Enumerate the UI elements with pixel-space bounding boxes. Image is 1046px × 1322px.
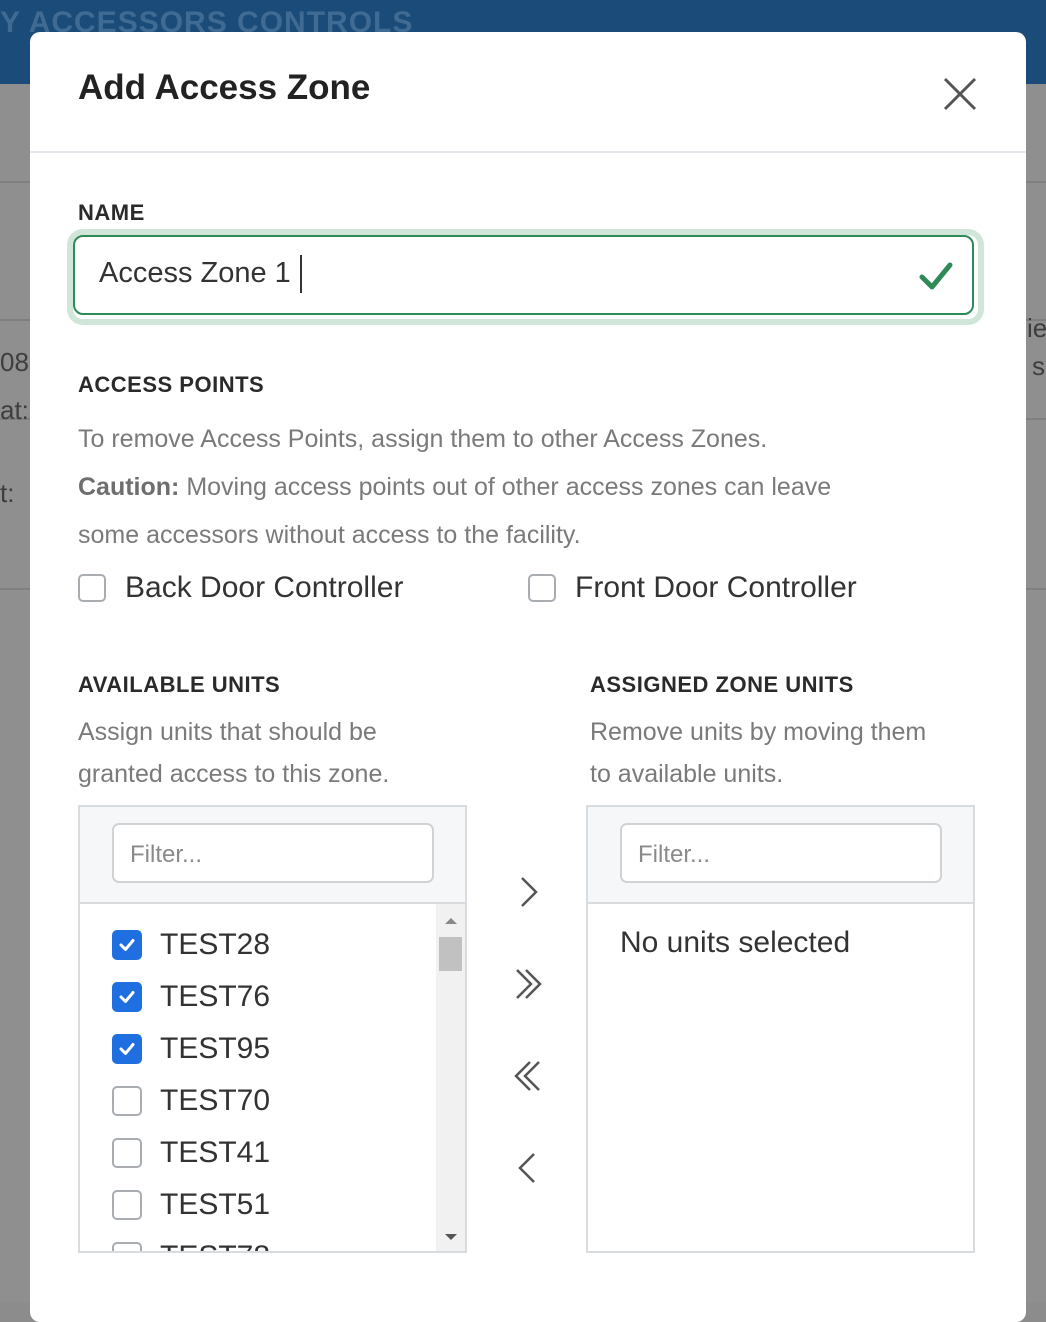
assigned-units-help: Remove units by moving them to available… [590, 711, 926, 795]
assigned-help-line: Remove units by moving them [590, 718, 927, 746]
modal-header: Add Access Zone [30, 32, 1026, 153]
move-left-button[interactable] [506, 1146, 550, 1190]
assigned-units-label: ASSIGNED ZONE UNITS [590, 672, 854, 697]
move-all-left-button[interactable] [506, 1054, 550, 1098]
caution-label: Caution: [78, 473, 180, 501]
scrollbar-thumb[interactable] [439, 937, 462, 971]
checkbox[interactable] [78, 574, 106, 602]
access-point-label: Front Door Controller [575, 571, 857, 604]
checkbox[interactable] [112, 1242, 142, 1251]
list-item[interactable]: TEST95 [112, 1029, 270, 1069]
name-input-focus-ring: Access Zone 1 [73, 235, 978, 319]
unit-label: TEST70 [160, 1084, 271, 1117]
background-text: at: [0, 395, 29, 425]
scrollbar[interactable] [436, 904, 465, 1251]
text-caret [300, 255, 302, 293]
unit-label: TEST95 [160, 1032, 271, 1065]
add-access-zone-modal: Add Access Zone NAME Access Zone 1 ACCES… [30, 32, 1026, 1322]
background-text: ie [1027, 313, 1046, 343]
filter-placeholder: Filter... [130, 841, 203, 868]
available-units-help: Assign units that should be granted acce… [78, 711, 389, 795]
unit-label: TEST51 [160, 1188, 271, 1221]
name-input[interactable]: Access Zone 1 [73, 235, 974, 315]
access-point-label: Back Door Controller [125, 571, 404, 604]
checkbox-checked[interactable] [112, 930, 142, 960]
modal-title: Add Access Zone [78, 68, 371, 107]
list-item[interactable]: TEST70 [112, 1081, 270, 1121]
checkmark-icon [119, 1043, 135, 1055]
empty-state-text: No units selected [620, 926, 851, 959]
move-right-button[interactable] [506, 870, 550, 914]
access-point-front-door[interactable]: Front Door Controller [528, 571, 857, 605]
background-text: 08 [0, 347, 29, 377]
move-all-left-icon [514, 1061, 540, 1091]
access-points-label: ACCESS POINTS [78, 372, 265, 397]
close-button[interactable] [936, 70, 984, 118]
background-text: s [1032, 351, 1045, 381]
list-item[interactable]: TEST78 [112, 1237, 270, 1251]
scroll-down-icon[interactable] [444, 1232, 458, 1242]
checkmark-icon [119, 939, 135, 951]
filter-placeholder: Filter... [638, 841, 711, 868]
list-item[interactable]: TEST51 [112, 1185, 270, 1225]
caution-text: Moving access points out of other access… [179, 473, 832, 501]
assigned-filter-input[interactable]: Filter... [620, 823, 942, 883]
assigned-units-list[interactable]: No units selected [588, 904, 973, 1251]
available-units-box: Filter... TEST28 TEST76 TEST95 TEST70 TE… [78, 805, 467, 1253]
available-filter-input[interactable]: Filter... [112, 823, 434, 883]
checkbox[interactable] [528, 574, 556, 602]
checkbox[interactable] [112, 1138, 142, 1168]
assigned-units-box: Filter... No units selected [586, 805, 975, 1253]
available-units-label: AVAILABLE UNITS [78, 672, 281, 697]
checkmark-icon [119, 991, 135, 1003]
access-points-caution: Caution: Moving access points out of oth… [78, 463, 831, 511]
access-points-help: To remove Access Points, assign them to … [78, 425, 768, 453]
checkmark-icon [919, 262, 953, 290]
access-points-caution-cont: some accessors without access to the fac… [78, 521, 581, 549]
checkbox-checked[interactable] [112, 982, 142, 1012]
close-x-icon [943, 77, 977, 111]
assigned-filter-bar: Filter... [588, 807, 973, 904]
list-item[interactable]: TEST41 [112, 1133, 270, 1173]
name-label: NAME [78, 200, 145, 225]
access-point-back-door[interactable]: Back Door Controller [78, 571, 403, 605]
move-all-right-button[interactable] [506, 962, 550, 1006]
available-help-line: granted access to this zone. [78, 760, 390, 788]
move-right-icon [521, 877, 538, 907]
checkbox-checked[interactable] [112, 1034, 142, 1064]
move-left-icon [518, 1153, 535, 1183]
checkbox[interactable] [112, 1086, 142, 1116]
list-item[interactable]: TEST28 [112, 925, 270, 965]
background-text: t: [0, 478, 15, 508]
assigned-help-line: to available units. [590, 760, 784, 788]
unit-label: TEST28 [160, 928, 271, 961]
name-input-value: Access Zone 1 [99, 257, 291, 289]
unit-label: TEST41 [160, 1136, 271, 1169]
scroll-up-icon[interactable] [444, 916, 458, 926]
list-item[interactable]: TEST76 [112, 977, 270, 1017]
unit-label: TEST78 [160, 1240, 270, 1251]
available-help-line: Assign units that should be [78, 718, 377, 746]
available-filter-bar: Filter... [80, 807, 465, 904]
move-all-right-icon [516, 969, 542, 999]
available-units-list[interactable]: TEST28 TEST76 TEST95 TEST70 TEST41 TEST5… [80, 904, 465, 1251]
unit-label: TEST76 [160, 980, 271, 1013]
checkbox[interactable] [112, 1190, 142, 1220]
